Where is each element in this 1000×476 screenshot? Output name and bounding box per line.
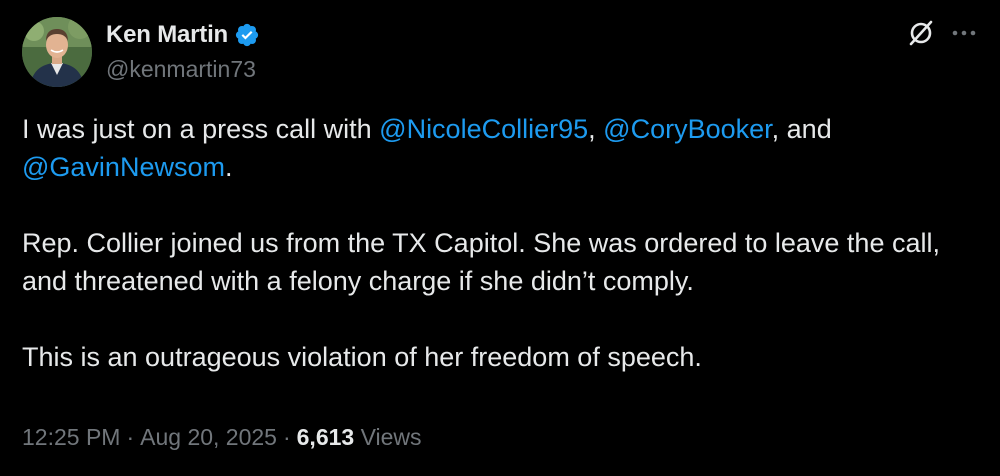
views-count: 6,613 [296,424,355,450]
tweet-paragraph-3: This is an outrageous violation of her f… [22,342,702,372]
tweet: Ken Martin @kenmartin73 I was just on a … [0,0,1000,476]
avatar[interactable] [22,17,92,87]
top-actions [906,18,978,48]
mention-corybooker[interactable]: @CoryBooker [603,114,771,144]
author-name[interactable]: Ken Martin [106,21,228,49]
text-segment: . [224,152,233,182]
author-handle[interactable]: @kenmartin73 [106,56,260,83]
avatar-image [22,17,92,87]
mention-nicolecollier95[interactable]: @NicoleCollier95 [379,114,588,144]
views-label: Views [360,424,422,450]
separator-dot: · [126,424,135,450]
verified-badge-icon[interactable] [234,22,260,48]
name-row: Ken Martin [106,20,260,50]
tweet-date[interactable]: Aug 20, 2025 [140,424,277,450]
more-options-icon[interactable] [950,18,978,48]
text-segment: I was just on a press call with [22,114,380,144]
mention-gavinnewsom[interactable]: @GavinNewsom [22,152,225,182]
tweet-paragraph-1: I was just on a press call with @NicoleC… [22,110,982,186]
text-segment: , [588,114,604,144]
grok-icon[interactable] [906,18,936,48]
tweet-text: I was just on a press call with @NicoleC… [22,110,982,376]
tweet-paragraph-2: Rep. Collier joined us from the TX Capit… [22,228,940,296]
text-segment: , and [771,114,832,144]
author-block: Ken Martin @kenmartin73 [106,20,260,83]
separator-dot: · [282,424,291,450]
tweet-time[interactable]: 12:25 PM [22,424,120,450]
tweet-meta: 12:25 PM · Aug 20, 2025 · 6,613 Views [22,424,422,451]
